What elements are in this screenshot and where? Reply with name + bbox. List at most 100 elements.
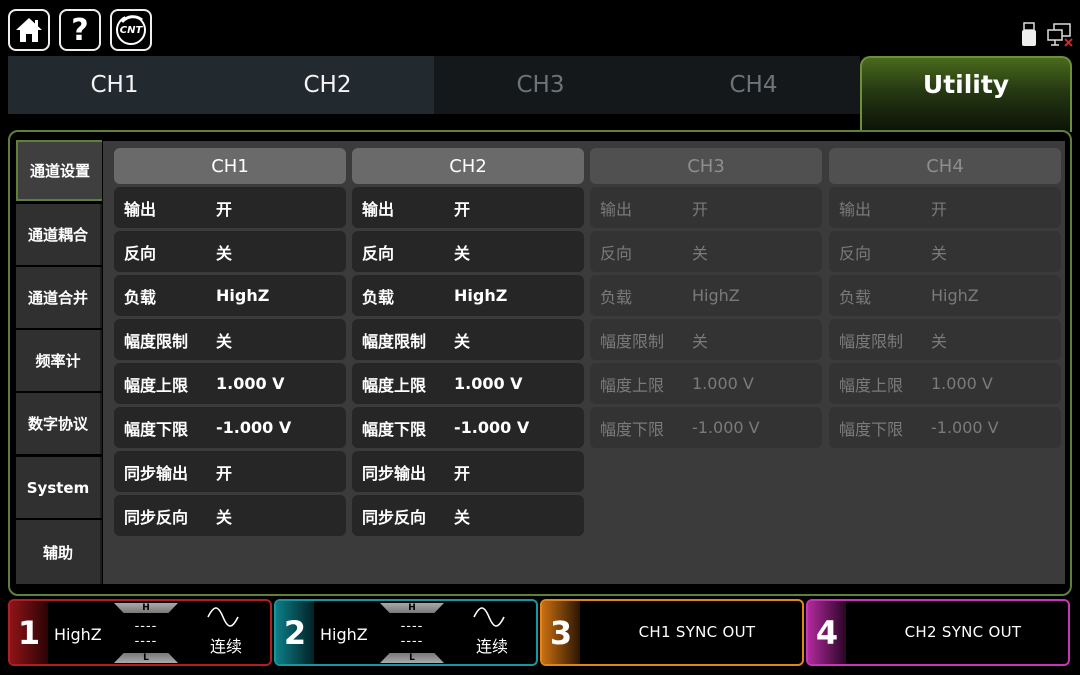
column-header-ch1: CH1 — [114, 148, 346, 184]
setting-value: 开 — [216, 199, 233, 219]
setting-row-amplitude-upper[interactable]: 幅度上限 1.000 V — [114, 363, 346, 404]
tab-ch3[interactable]: CH3 — [434, 56, 647, 114]
sidebar-item-digital-protocol[interactable]: 数字协议 — [16, 393, 102, 454]
setting-value: 关 — [454, 331, 471, 351]
cnt-logo-button[interactable]: CNT — [110, 9, 152, 51]
setting-row-output[interactable]: 输出开 — [352, 187, 584, 228]
setting-value: HighZ — [931, 286, 979, 305]
setting-value: -1.000 V — [692, 418, 760, 437]
setting-row-sync-output[interactable]: 同步输出开 — [352, 451, 584, 492]
high-level-cap: H — [114, 603, 178, 613]
channel-number: 2 — [276, 601, 314, 664]
low-level-value: ---- — [400, 634, 424, 649]
setting-row-output[interactable]: 输出开 — [114, 187, 346, 228]
sync-out-label: CH1 SYNC OUT — [638, 623, 756, 641]
level-indicator: H ---- ---- L — [380, 603, 444, 663]
channel-card-2[interactable]: 2 HighZ H ---- ---- L 连续 — [274, 599, 538, 666]
setting-row-load[interactable]: 负载 HighZ — [114, 275, 346, 316]
network-status — [1046, 22, 1074, 52]
cnt-logo-text: CNT — [119, 24, 143, 36]
setting-row-amplitude-limit: 幅度限制关 — [590, 319, 822, 360]
channel-load: HighZ — [320, 625, 368, 644]
setting-value: HighZ — [216, 286, 270, 305]
setting-value: 开 — [692, 199, 709, 219]
channel-card-1[interactable]: 1 HighZ H ---- ---- L 连续 — [8, 599, 272, 666]
usb-icon — [1022, 22, 1036, 46]
column-header-ch4: CH4 — [829, 148, 1061, 184]
setting-value: 1.000 V — [216, 374, 285, 393]
setting-row-sync-output[interactable]: 同步输出开 — [114, 451, 346, 492]
setting-value: 关 — [931, 243, 948, 263]
low-level-value: ---- — [134, 634, 158, 649]
sidebar-item-channel-coupling[interactable]: 通道耦合 — [16, 204, 102, 265]
setting-row-amplitude-lower: 幅度下限 -1.000 V — [590, 407, 822, 448]
setting-value: 1.000 V — [692, 374, 754, 393]
setting-row-amplitude-upper: 幅度上限 1.000 V — [590, 363, 822, 404]
high-level-cap: H — [380, 603, 444, 613]
channel-load: HighZ — [54, 625, 102, 644]
low-level-cap: L — [380, 653, 444, 663]
sine-wave-icon — [207, 607, 239, 627]
setting-row-amplitude-limit[interactable]: 幅度限制关 — [352, 319, 584, 360]
help-button[interactable]: ? — [59, 9, 101, 51]
setting-row-amplitude-lower: 幅度下限 -1.000 V — [829, 407, 1061, 448]
help-icon: ? — [71, 12, 89, 48]
setting-row-amplitude-upper: 幅度上限 1.000 V — [829, 363, 1061, 404]
column-header-ch2: CH2 — [352, 148, 584, 184]
setting-value: -1.000 V — [216, 418, 292, 437]
channel-number: 3 — [542, 601, 580, 664]
tab-ch1[interactable]: CH1 — [8, 56, 221, 114]
sidebar-item-channel-settings[interactable]: 通道设置 — [16, 140, 102, 201]
channel-number: 1 — [10, 601, 48, 664]
high-level-value: ---- — [134, 619, 158, 634]
mode-label: 连续 — [476, 637, 509, 656]
sidebar-item-system[interactable]: System — [16, 457, 102, 518]
setting-row-amplitude-upper[interactable]: 幅度上限 1.000 V — [352, 363, 584, 404]
channel-card-4[interactable]: 4 CH2 SYNC OUT — [806, 599, 1070, 666]
setting-value: 关 — [692, 243, 709, 263]
sync-out-label: CH2 SYNC OUT — [904, 623, 1022, 641]
setting-row-amplitude-lower[interactable]: 幅度下限 -1.000 V — [114, 407, 346, 448]
setting-row-load: 负载 HighZ — [829, 275, 1061, 316]
setting-row-amplitude-limit: 幅度限制关 — [829, 319, 1061, 360]
setting-row-load[interactable]: 负载 HighZ — [352, 275, 584, 316]
setting-row-sync-invert[interactable]: 同步反向关 — [352, 495, 584, 536]
sidebar-item-channel-merge[interactable]: 通道合并 — [16, 267, 102, 328]
setting-row-invert: 反向关 — [829, 231, 1061, 272]
level-indicator: H ---- ---- L — [114, 603, 178, 663]
column-header-ch3: CH3 — [590, 148, 822, 184]
setting-row-invert[interactable]: 反向关 — [352, 231, 584, 272]
setting-value: 关 — [454, 243, 471, 263]
setting-value: -1.000 V — [454, 418, 530, 437]
setting-row-invert[interactable]: 反向关 — [114, 231, 346, 272]
setting-row-invert: 反向关 — [590, 231, 822, 272]
sidebar-item-auxiliary[interactable]: 辅助 — [16, 520, 102, 584]
tab-utility[interactable]: Utility — [860, 56, 1072, 132]
sine-wave-icon — [473, 607, 505, 627]
mode-label: 连续 — [210, 637, 243, 656]
setting-value: 开 — [931, 199, 948, 219]
setting-value: 开 — [454, 463, 471, 483]
top-bar: ? CNT — [0, 0, 1080, 56]
usb-status — [1020, 22, 1038, 52]
tab-ch2[interactable]: CH2 — [221, 56, 434, 114]
tab-ch4[interactable]: CH4 — [647, 56, 860, 114]
home-button[interactable] — [8, 9, 50, 51]
setting-row-amplitude-lower[interactable]: 幅度下限 -1.000 V — [352, 407, 584, 448]
setting-row-load: 负载 HighZ — [590, 275, 822, 316]
setting-row-sync-invert[interactable]: 同步反向关 — [114, 495, 346, 536]
setting-value: 开 — [454, 199, 471, 219]
channel-tabs: CH1 CH2 CH3 CH4 Utility — [8, 56, 1072, 132]
setting-row-output: 输出开 — [829, 187, 1061, 228]
home-icon — [16, 18, 42, 42]
low-level-cap: L — [114, 653, 178, 663]
setting-value: 1.000 V — [931, 374, 993, 393]
channel-card-3[interactable]: 3 CH1 SYNC OUT — [540, 599, 804, 666]
setting-value: 关 — [454, 507, 471, 527]
channel-column-ch2: CH2 输出开 反向关 负载 HighZ 幅度限制关 幅度上限 1.000 V 幅度… — [352, 148, 584, 536]
channel-number: 4 — [808, 601, 846, 664]
high-level-value: ---- — [400, 619, 424, 634]
setting-row-amplitude-limit[interactable]: 幅度限制关 — [114, 319, 346, 360]
sidebar-item-frequency-counter[interactable]: 频率计 — [16, 330, 102, 391]
setting-value: 开 — [216, 463, 233, 483]
